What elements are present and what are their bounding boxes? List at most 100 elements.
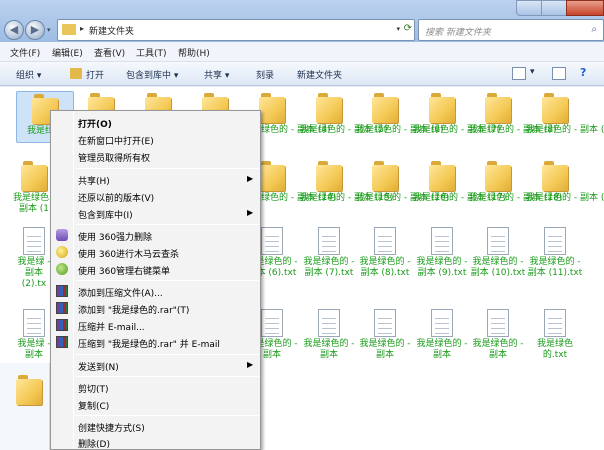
folder-item[interactable]: 我是绿色的 - 副本 (19) <box>526 159 604 204</box>
menu-separator <box>75 376 259 377</box>
menu-item-send-to[interactable]: 发送到(N) <box>78 360 119 373</box>
winrar-icon <box>56 336 68 348</box>
folder-item[interactable]: 我是绿色的 - 副本 (16) <box>356 159 449 204</box>
help-icon[interactable]: ? <box>580 66 586 79</box>
address-dropdown-icon[interactable]: ▾ <box>396 25 400 33</box>
folder-item[interactable]: 我是绿色的 - 副本 (6) <box>356 91 444 136</box>
preview-pane-icon[interactable] <box>552 67 566 80</box>
menu-item-restore-versions[interactable]: 还原以前的版本(V) <box>78 191 154 204</box>
folder-item[interactable]: 我是绿色的 - 副本 (9) <box>526 91 604 136</box>
folder-item[interactable] <box>12 373 46 405</box>
menu-item-cut[interactable]: 剪切(T) <box>78 382 109 395</box>
back-button[interactable]: ◀ <box>4 20 24 40</box>
menu-item-compress-rar-email[interactable]: 压缩到 "我是绿色的.rar" 并 E-mail <box>78 337 220 350</box>
text-file-icon <box>374 309 396 337</box>
text-file-icon <box>23 227 45 255</box>
menu-item-360-manage[interactable]: 使用 360管理右键菜单 <box>78 264 170 277</box>
text-file-item[interactable]: 我是绿色的 - 副本 <box>469 309 527 361</box>
file-label: 我是绿色的 - 副本 (19) <box>526 193 604 203</box>
menu-item-delete[interactable]: 删除(D) <box>78 437 110 450</box>
include-library-button[interactable]: 包含到库中 ▾ <box>126 68 178 81</box>
menu-item-open[interactable]: 打开(O) <box>78 117 112 130</box>
text-file-item[interactable]: 我是绿色 的.txt <box>526 309 584 361</box>
menu-separator <box>75 168 259 169</box>
file-label: 我是绿色的 - 副本 (8) <box>469 125 557 135</box>
minimize-button[interactable] <box>516 0 542 16</box>
folder-icon <box>62 24 76 35</box>
file-label: 我是绿色的 - 副本 (9) <box>526 125 604 135</box>
maximize-button[interactable] <box>541 0 567 16</box>
file-label: 我是绿色的 - 副本 (11).txt <box>527 257 583 278</box>
menu-view[interactable]: 查看(V) <box>94 46 125 59</box>
menu-item-share[interactable]: 共享(H) <box>78 174 110 187</box>
text-file-item[interactable]: 我是绿色的 - 副本 <box>356 309 414 361</box>
menu-separator <box>75 354 259 355</box>
change-view-icon[interactable] <box>512 67 526 80</box>
text-file-icon <box>431 227 453 255</box>
file-label: 我是绿色的 - 副本 (7) <box>413 125 501 135</box>
menu-item-include-library[interactable]: 包含到库中(I) <box>78 208 133 221</box>
address-bar[interactable]: ▸ 新建文件夹 ▾ ⟳ <box>57 19 415 41</box>
menu-item-360-scan[interactable]: 使用 360进行木马云查杀 <box>78 247 179 260</box>
view-dropdown-icon[interactable]: ▾ <box>530 67 535 77</box>
burn-button[interactable]: 刻录 <box>256 68 274 81</box>
menu-help[interactable]: 帮助(H) <box>178 46 210 59</box>
text-file-item[interactable]: 我是绿色的 - 副本 <box>413 309 471 361</box>
menu-item-compress-email[interactable]: 压缩并 E-mail... <box>78 320 145 333</box>
text-file-item[interactable]: 我是绿色的 - 副本 (11).txt <box>526 227 584 279</box>
text-file-icon <box>544 309 566 337</box>
file-label: 我是绿色的 - 副本 (7).txt <box>303 257 355 278</box>
breadcrumb-separator-icon[interactable]: ▸ <box>80 24 84 33</box>
share-button[interactable]: 共享 ▾ <box>204 68 229 81</box>
winrar-icon <box>56 302 68 314</box>
folder-item[interactable]: 我是绿色的 - 副本 (17) <box>413 159 507 204</box>
submenu-arrow-icon: ▶ <box>247 208 254 217</box>
search-icon[interactable]: ⌕ <box>591 24 597 35</box>
breadcrumb-current[interactable]: 新建文件夹 <box>89 24 134 37</box>
menu-item-create-shortcut[interactable]: 创建快捷方式(S) <box>78 421 145 434</box>
new-folder-button[interactable]: 新建文件夹 <box>297 68 342 81</box>
text-file-item[interactable]: 我是绿色的 - 副本 (10).txt <box>469 227 527 279</box>
folder-icon <box>316 159 342 191</box>
360-scan-icon <box>56 246 68 258</box>
menu-item-360-delete[interactable]: 使用 360强力删除 <box>78 230 152 243</box>
folder-item[interactable]: 我是绿色的 - 副本 (7) <box>413 91 501 136</box>
refresh-icon[interactable]: ⟳ <box>404 23 412 34</box>
text-file-item[interactable]: 我是绿色的 - 副本 (9).txt <box>413 227 471 279</box>
text-file-icon <box>374 227 396 255</box>
file-label: 我是绿色 的.txt <box>536 339 573 360</box>
open-button[interactable]: 打开 <box>86 68 104 81</box>
menu-item-copy[interactable]: 复制(C) <box>78 399 109 412</box>
open-icon <box>70 68 82 79</box>
folder-item[interactable]: 我是绿色的 - 副本 (18) <box>469 159 563 204</box>
text-file-item[interactable]: 我是绿色的 - 副本 (8).txt <box>356 227 414 279</box>
folder-icon <box>316 91 342 123</box>
folder-item[interactable]: 我是绿色的 - 副本 (5) <box>300 91 388 136</box>
menu-item-open-new-window[interactable]: 在新窗口中打开(E) <box>78 134 154 147</box>
folder-icon <box>259 159 285 191</box>
text-file-item[interactable]: 我是绿色的 - 副本 (7).txt <box>300 227 358 279</box>
close-button[interactable] <box>566 0 604 16</box>
text-file-icon <box>544 227 566 255</box>
search-input[interactable]: 搜索 新建文件夹 ⌕ <box>418 19 604 41</box>
menu-edit[interactable]: 编辑(E) <box>52 46 83 59</box>
menu-tools[interactable]: 工具(T) <box>136 46 167 59</box>
text-file-item[interactable]: 我是绿色的 - 副本 <box>300 309 358 361</box>
menu-bar: 文件(F) 编辑(E) 查看(V) 工具(T) 帮助(H) <box>0 42 604 62</box>
menu-separator <box>75 280 259 281</box>
menu-file[interactable]: 文件(F) <box>10 46 40 59</box>
folder-item[interactable]: 我是绿色的 - 副本 (15) <box>300 159 393 204</box>
menu-gutter <box>73 111 74 449</box>
file-label: 我是绿色的 - 副本 <box>303 339 355 360</box>
menu-item-take-ownership[interactable]: 管理员取得所有权 <box>78 151 150 164</box>
file-label: 我是绿色的 - 副本 (17) <box>413 193 507 203</box>
forward-button[interactable]: ▶ <box>25 20 45 40</box>
text-file-icon <box>431 309 453 337</box>
submenu-arrow-icon: ▶ <box>247 174 254 183</box>
file-label: 我是绿色的 - 副本 (18) <box>469 193 563 203</box>
organize-button[interactable]: 组织 ▾ <box>16 68 41 81</box>
menu-item-add-archive[interactable]: 添加到压缩文件(A)... <box>78 286 163 299</box>
folder-item[interactable]: 我是绿色的 - 副本 (8) <box>469 91 557 136</box>
menu-item-add-rar[interactable]: 添加到 "我是绿色的.rar"(T) <box>78 303 189 316</box>
recent-pages-dropdown[interactable]: ▾ <box>47 26 51 34</box>
